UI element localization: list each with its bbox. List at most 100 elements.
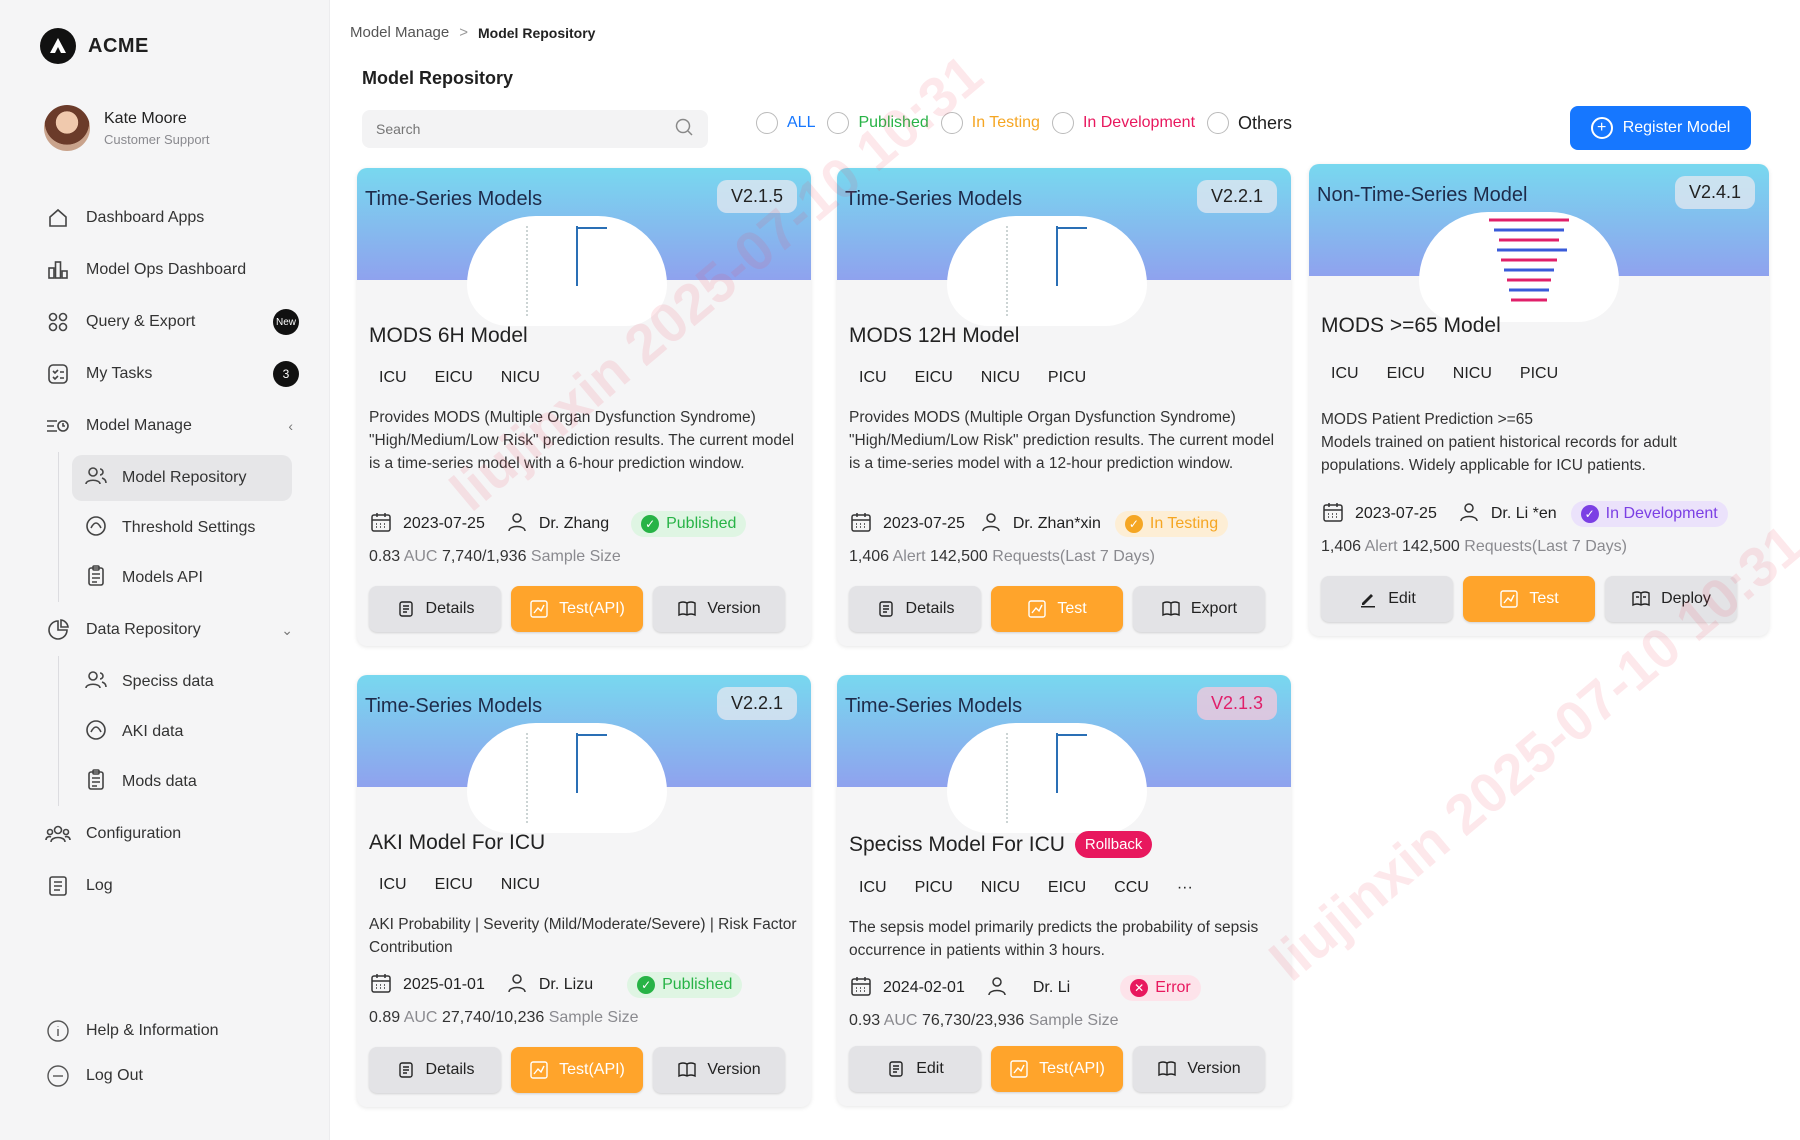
model-thumbnail (467, 723, 667, 833)
chevron-left-icon[interactable]: ‹ (288, 418, 293, 434)
tag: EICU (914, 369, 953, 386)
radio-icon[interactable] (756, 112, 778, 134)
details-button[interactable]: Details (369, 1047, 501, 1093)
user-profile[interactable]: Kate Moore Customer Support (44, 105, 210, 151)
nav-configuration[interactable]: Configuration (44, 814, 299, 854)
nav-label: Model Ops Dashboard (86, 261, 247, 278)
model-name[interactable]: AKI Model For ICU (369, 831, 799, 855)
check-icon: ✓ (637, 976, 656, 994)
nav-data-repository[interactable]: Data Repository ⌄ (44, 610, 299, 650)
person-icon (979, 510, 1003, 539)
filter-in-testing[interactable]: In Testing (940, 112, 1040, 134)
model-description: The sepsis model primarily predicts the … (849, 919, 1259, 959)
count-value: 142,500 (929, 548, 988, 565)
radio-icon[interactable] (940, 112, 963, 134)
nav-log[interactable]: Log (44, 866, 299, 906)
close-icon: ✕ (1130, 979, 1149, 997)
test-api-button[interactable]: Test(API) (991, 1046, 1123, 1092)
model-name[interactable]: MODS >=65 Model (1321, 314, 1757, 338)
tag-list: ICU PICU NICU EICU CCU ··· (849, 874, 1279, 902)
edit-button[interactable]: Edit (849, 1046, 981, 1092)
nav-aki-data[interactable]: AKI data (72, 709, 292, 755)
nav-label: Log Out (86, 1067, 143, 1084)
rollback-badge[interactable]: Rollback (1074, 831, 1153, 858)
breadcrumb-current: Model Repository (478, 24, 596, 41)
tag: PICU (1047, 369, 1087, 386)
metric-label: AUC (403, 1009, 438, 1026)
brand-logo[interactable]: ACME (40, 28, 149, 64)
search-input[interactable] (376, 121, 636, 137)
filter-all[interactable]: ALL (756, 112, 815, 134)
model-owner: Dr. Zhang (538, 515, 610, 532)
document-icon (886, 1059, 906, 1079)
nav-mods-data[interactable]: Mods data (72, 759, 292, 805)
nav-query-export[interactable]: Query & Export New (44, 302, 299, 342)
book-icon (1157, 1059, 1177, 1079)
more-tags[interactable]: ··· (1167, 874, 1203, 902)
nav-threshold-settings[interactable]: Threshold Settings (72, 505, 292, 551)
nav-model-ops-dashboard[interactable]: Model Ops Dashboard (44, 250, 299, 290)
status-badge: ✓ In Development (1570, 501, 1728, 527)
radio-icon[interactable] (1051, 112, 1074, 134)
calendar-icon (1321, 500, 1345, 529)
model-name[interactable]: MODS 12H Model (849, 324, 1279, 348)
test-api-button[interactable]: Test(API) (511, 586, 643, 632)
breadcrumb: Model Manage > Model Repository (350, 24, 595, 41)
model-card[interactable]: Time-Series Models V2.1.3 Speciss Model … (837, 675, 1291, 1106)
nav-model-repository[interactable]: Model Repository (72, 455, 292, 501)
details-button[interactable]: Details (849, 586, 981, 632)
model-card[interactable]: Time-Series Models V2.1.5 MODS 6H Model … (357, 168, 811, 646)
test-button[interactable]: Test (991, 586, 1123, 632)
nav-help[interactable]: Help & Information (44, 1011, 299, 1051)
radio-icon[interactable] (1207, 112, 1230, 134)
deploy-button[interactable]: Deploy (1605, 576, 1737, 622)
edit-button[interactable]: Edit (1321, 576, 1453, 622)
chevron-down-icon[interactable]: ⌄ (281, 622, 293, 639)
test-button[interactable]: Test (1463, 576, 1595, 622)
version-button[interactable]: Version (653, 586, 785, 632)
version-button[interactable]: Version (653, 1047, 785, 1093)
filter-in-development[interactable]: In Development (1051, 112, 1196, 134)
nav-dashboard-apps[interactable]: Dashboard Apps (44, 198, 299, 238)
search-icon[interactable] (674, 117, 694, 142)
nav-my-tasks[interactable]: My Tasks 3 (44, 354, 299, 394)
nav-models-api[interactable]: Models API (72, 555, 292, 601)
metric-label: AUC (403, 548, 438, 565)
button-label: Version (707, 600, 761, 617)
version-button[interactable]: Version (1133, 1046, 1265, 1092)
nav-speciss-data[interactable]: Speciss data (72, 659, 292, 705)
test-api-button[interactable]: Test(API) (511, 1047, 643, 1093)
model-name[interactable]: MODS 6H Model (369, 324, 799, 348)
tasks-icon (44, 360, 72, 388)
radio-icon[interactable] (827, 112, 850, 134)
tag: CCU (1114, 879, 1149, 896)
model-name[interactable]: Speciss Model For ICU (849, 833, 1065, 857)
search-box[interactable] (362, 110, 708, 148)
filter-label: In Development (1082, 114, 1196, 131)
export-button[interactable]: Export (1133, 586, 1265, 632)
details-button[interactable]: Details (369, 586, 501, 632)
filter-published[interactable]: Published (827, 112, 929, 134)
version-badge: V2.1.5 (716, 180, 797, 213)
nav-logout[interactable]: Log Out (44, 1056, 299, 1096)
count-label: Sample Size (1028, 1012, 1119, 1029)
model-stats: 0.93 AUC 76,730/23,936 Sample Size (849, 1012, 1279, 1030)
feature-importance-icon (1006, 733, 1087, 823)
model-thumbnail (467, 216, 667, 326)
model-date: 2025-01-01 (403, 976, 485, 993)
card-category: Time-Series Models (845, 188, 1023, 210)
breadcrumb-parent[interactable]: Model Manage (350, 24, 449, 41)
tag: ICU (379, 876, 407, 893)
model-card[interactable]: Time-Series Models V2.2.1 AKI Model For … (357, 675, 811, 1107)
calendar-icon (369, 510, 393, 539)
nav-model-manage[interactable]: Model Manage ‹ (44, 406, 299, 446)
model-card[interactable]: Time-Series Models V2.2.1 MODS 12H Model… (837, 168, 1291, 646)
button-label: Details (425, 600, 475, 617)
filter-others[interactable]: Others (1207, 112, 1292, 134)
info-icon (44, 1017, 72, 1045)
register-model-button[interactable]: + Register Model (1570, 106, 1751, 150)
model-manage-icon (44, 412, 72, 440)
model-description: MODS Patient Prediction >=65 Models trai… (1321, 411, 1677, 474)
model-card[interactable]: Non-Time-Series Model V2.4.1 MODS >=65 M… (1309, 164, 1769, 636)
metric-label: Alert (1364, 538, 1398, 555)
